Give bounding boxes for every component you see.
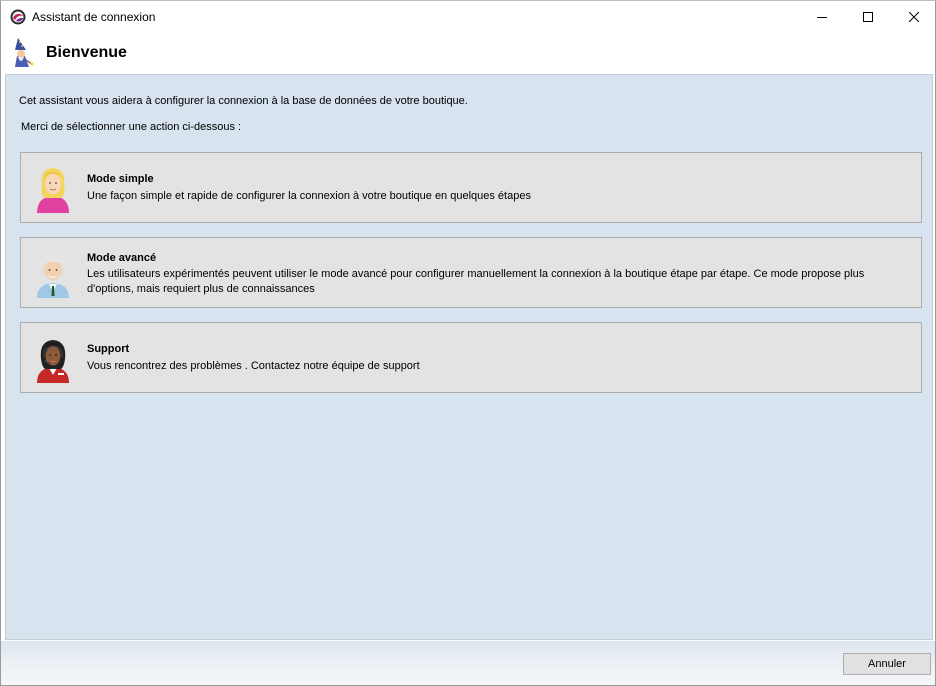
option-description: Vous rencontrez des problèmes . Contacte… <box>87 360 420 372</box>
option-description: Les utilisateurs expérimentés peuvent ut… <box>87 268 865 295</box>
maximize-button[interactable] <box>845 1 891 33</box>
wizard-icon <box>15 38 34 67</box>
blonde-user-icon <box>37 168 69 213</box>
footer-bar: Annuler <box>1 641 935 685</box>
close-button[interactable] <box>891 1 936 33</box>
option-mode-avance[interactable]: Mode avancé Les utilisateurs expérimenté… <box>20 237 922 308</box>
page-title: Bienvenue <box>46 44 127 61</box>
wizard-window: Assistant de connexion Bienvenue Cet ass… <box>0 0 936 686</box>
wizard-header: Bienvenue <box>1 33 935 73</box>
close-icon <box>909 12 919 22</box>
option-title: Support <box>87 343 130 355</box>
option-title: Mode simple <box>87 173 154 185</box>
content-panel: Cet assistant vous aidera à configurer l… <box>5 74 933 640</box>
option-mode-simple[interactable]: Mode simple Une façon simple et rapide d… <box>20 152 922 223</box>
option-description: Une façon simple et rapide de configurer… <box>87 190 531 202</box>
option-title: Mode avancé <box>87 252 157 264</box>
option-support[interactable]: Support Vous rencontrez des problèmes . … <box>20 322 922 393</box>
title-bar[interactable]: Assistant de connexion <box>1 1 935 33</box>
window-title: Assistant de connexion <box>32 10 156 24</box>
minimize-button[interactable] <box>799 1 845 33</box>
prompt-text: Merci de sélectionner une action ci-dess… <box>21 121 242 133</box>
cancel-button[interactable]: Annuler <box>843 653 931 675</box>
app-logo-icon <box>10 9 26 25</box>
minimize-icon <box>817 17 827 18</box>
maximize-icon <box>863 12 873 22</box>
cancel-button-label: Annuler <box>868 658 906 670</box>
expert-user-icon <box>37 253 69 298</box>
support-agent-icon <box>37 340 69 383</box>
intro-text: Cet assistant vous aidera à configurer l… <box>19 95 468 107</box>
